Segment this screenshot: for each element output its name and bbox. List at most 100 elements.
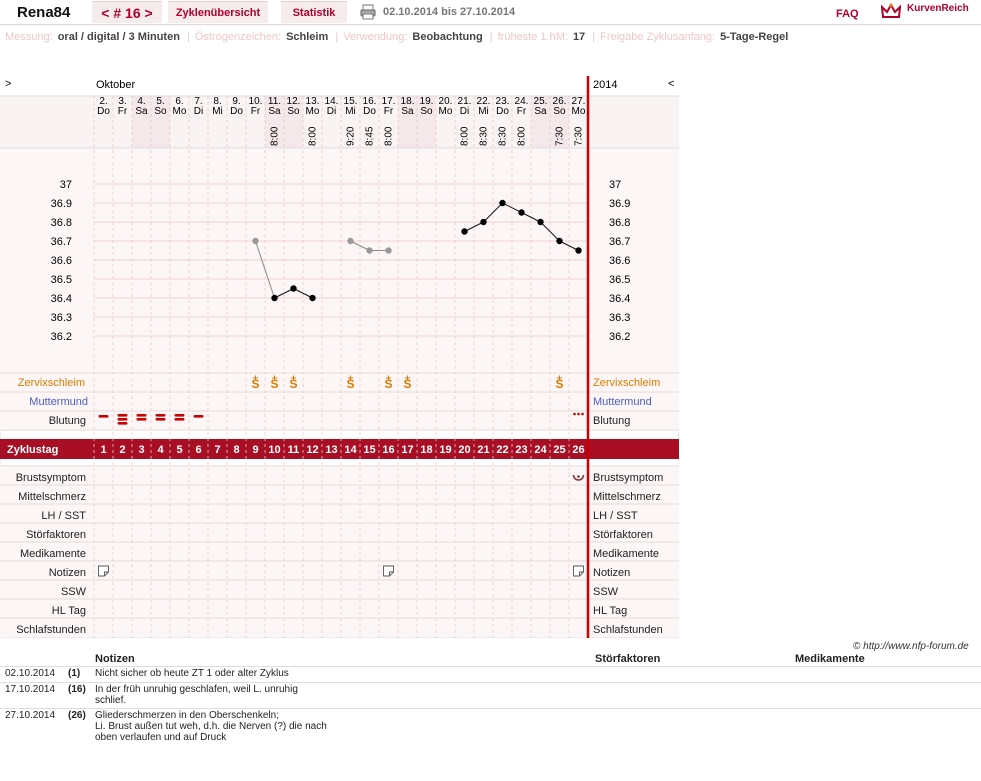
- scroll-left-button[interactable]: >: [5, 78, 11, 90]
- note-cycle-day: (26): [68, 710, 86, 721]
- weekday: So: [154, 106, 167, 117]
- y-tick-right: 36.3: [609, 312, 630, 324]
- temp-point: [271, 294, 278, 302]
- lower-row-label-right: SSW: [593, 586, 619, 598]
- copyright: © http://www.nfp-forum.de: [853, 641, 969, 652]
- time-label: 8:00: [460, 126, 471, 146]
- temp-point: [499, 199, 506, 207]
- temp-point: [480, 218, 487, 226]
- earliest-label: früheste 1.hM:: [497, 31, 568, 43]
- earliest-value: 17: [572, 31, 586, 43]
- weekday: Do: [97, 106, 110, 117]
- faq-link[interactable]: FAQ: [836, 8, 859, 20]
- weekday: So: [420, 106, 433, 117]
- month-label: Oktober: [96, 79, 135, 91]
- lower-row-label: Schlafstunden: [16, 624, 86, 636]
- blood-mark: [136, 414, 147, 417]
- spotting-dot: [573, 412, 576, 416]
- row-label-muttermund: Muttermund: [29, 396, 88, 408]
- weekday: Fr: [251, 106, 261, 117]
- date-range: 02.10.2014 bis 27.10.2014: [383, 6, 516, 18]
- notes-table: Notizen Störfaktoren Medikamente 02.10.2…: [0, 652, 981, 781]
- separator: |: [489, 31, 493, 43]
- y-tick-left: 36.4: [51, 293, 72, 305]
- separator: |: [186, 31, 190, 43]
- lower-row-label: Mittelschmerz: [18, 491, 86, 503]
- note-date: 17.10.2014: [5, 684, 56, 695]
- y-tick-right: 36.5: [609, 274, 630, 286]
- weekday: Sa: [401, 106, 414, 117]
- usage-value: Beobachtung: [412, 31, 483, 43]
- weekday: Fr: [384, 106, 394, 117]
- logo-text[interactable]: KurvenReich: [907, 3, 969, 14]
- temp-point: [290, 285, 297, 292]
- chart-background: [0, 76, 679, 638]
- y-tick-right: 36.8: [609, 217, 630, 229]
- weekday: Sa: [268, 106, 281, 117]
- medi-header: Medikamente: [795, 653, 865, 665]
- note-date: 27.10.2014: [5, 710, 56, 721]
- weekday: Sa: [534, 106, 547, 117]
- row-label-zervix-right: Zervixschleim: [593, 377, 660, 389]
- temp-point: [347, 237, 354, 245]
- lower-row-label-right: HL Tag: [593, 605, 627, 617]
- lower-row-label: Medikamente: [20, 548, 86, 560]
- cycle-day-number: 15: [363, 444, 375, 456]
- temp-point: [556, 237, 563, 245]
- weekday: Mi: [478, 106, 489, 117]
- weekday: Do: [363, 106, 376, 117]
- lower-row-label-right: LH / SST: [593, 510, 638, 522]
- blood-mark: [117, 414, 128, 417]
- weekday: So: [287, 106, 300, 117]
- lower-row-label-right: Brustsymptom: [593, 472, 663, 484]
- row-label-blutung: Blutung: [49, 415, 86, 427]
- note-cycle-day: (1): [68, 668, 81, 679]
- tab-statistics[interactable]: Statistik: [281, 1, 347, 23]
- y-tick-right: 36.9: [609, 198, 630, 210]
- note-text: Nicht sicher ob heute ZT 1 oder alter Zy…: [95, 668, 289, 679]
- measure-value: oral / digital / 3 Minuten: [57, 31, 180, 43]
- lower-row-label: Brustsymptom: [16, 472, 86, 484]
- cycle-day-number: 12: [306, 444, 318, 456]
- measure-label: Messung:: [5, 31, 53, 43]
- estrogen-value: Schleim: [286, 31, 329, 43]
- weekday: Mo: [439, 106, 453, 117]
- lower-band: [0, 466, 679, 638]
- temp-point: [537, 218, 544, 226]
- note-text: Li. Brust außen tut weh, d.h. die Nerven…: [95, 721, 327, 732]
- spotting-dot: [577, 412, 580, 416]
- y-tick-left: 36.8: [51, 217, 72, 229]
- year-label: 2014: [593, 79, 617, 91]
- cycle-day-number: 11: [288, 444, 300, 456]
- note-divider: [0, 708, 981, 709]
- time-label: 8:45: [365, 126, 376, 146]
- note-text: In der früh unruhig geschlafen, weil L. …: [95, 684, 298, 695]
- weekday: Di: [327, 106, 336, 117]
- y-tick-right: 36.6: [609, 255, 630, 267]
- tab-cycle-overview[interactable]: Zyklenübersicht: [168, 1, 268, 23]
- lower-row-label-right: Störfaktoren: [593, 529, 653, 541]
- weekday: Di: [194, 106, 203, 117]
- scroll-right-button[interactable]: <: [668, 78, 674, 90]
- cycle-day-number: 14: [344, 444, 357, 456]
- note-divider: [0, 666, 981, 667]
- print-icon[interactable]: [360, 4, 376, 20]
- lower-row-label: HL Tag: [52, 605, 86, 617]
- blood-mark: [193, 415, 204, 418]
- y-tick-right: 36.4: [609, 293, 630, 305]
- y-tick-left: 36.3: [51, 312, 72, 324]
- blood-mark: [174, 418, 185, 421]
- weekday: Mo: [572, 106, 586, 117]
- breast-symptom-dot: [577, 475, 580, 478]
- cycle-day-number: 18: [420, 444, 432, 456]
- weekday: Do: [496, 106, 509, 117]
- time-label: 8:00: [384, 126, 395, 146]
- weekday: So: [553, 106, 566, 117]
- temp-point: [366, 247, 373, 254]
- release-label: Freigabe Zyklusanfang:: [600, 31, 716, 43]
- cycle-day-number: 8: [233, 444, 239, 456]
- cycle-nav-button[interactable]: < # 16 >: [92, 1, 162, 23]
- blood-mark: [117, 422, 128, 425]
- y-tick-right: 36.7: [609, 236, 630, 248]
- plot-band: [0, 148, 679, 373]
